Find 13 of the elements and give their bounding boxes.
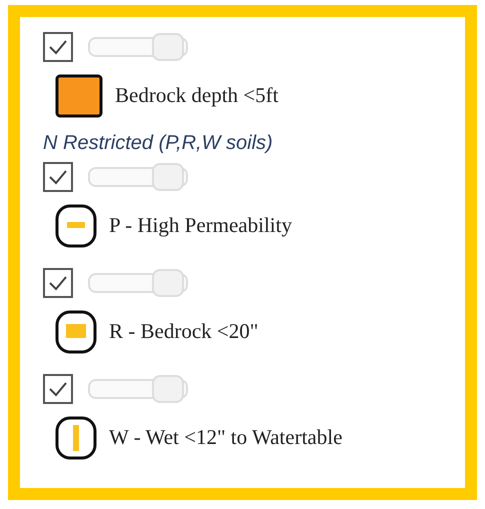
- checkbox[interactable]: [43, 32, 73, 62]
- group-heading: N Restricted (P,R,W soils): [43, 131, 274, 156]
- slider-thumb[interactable]: [152, 163, 184, 191]
- slider-thumb[interactable]: [152, 269, 184, 297]
- layer-label: R - Bedrock <20": [109, 318, 258, 346]
- layer-label: Bedrock depth <5ft: [115, 82, 278, 110]
- checkbox[interactable]: [43, 374, 73, 404]
- layer-label: W - Wet <12" to Watertable: [109, 424, 342, 452]
- checkbox[interactable]: [43, 268, 73, 298]
- slider-thumb[interactable]: [152, 375, 184, 403]
- layer-label: P - High Permeability: [109, 212, 292, 240]
- slider-thumb[interactable]: [152, 33, 184, 61]
- checkbox[interactable]: [43, 162, 73, 192]
